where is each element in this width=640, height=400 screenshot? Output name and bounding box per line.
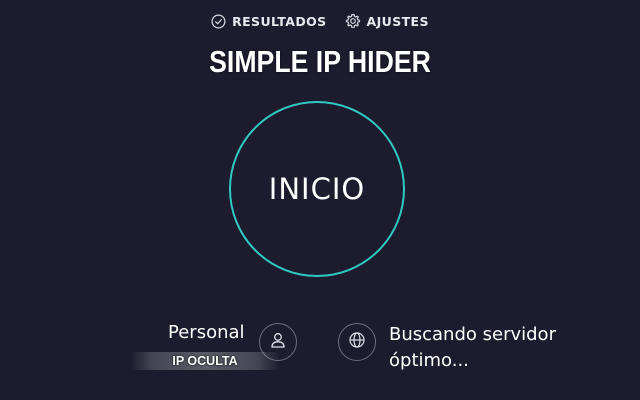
- check-circle-icon: [211, 14, 226, 29]
- app-title: SIMPLE IP HIDER: [209, 44, 431, 79]
- results-tab[interactable]: RESULTADOS: [211, 13, 326, 29]
- globe-icon: [348, 331, 366, 353]
- settings-tab-label: AJUSTES: [366, 13, 429, 29]
- settings-tab[interactable]: AJUSTES: [345, 13, 429, 29]
- ip-hidden-badge: IP OCULTA: [130, 352, 280, 370]
- top-nav: RESULTADOS AJUSTES: [0, 13, 640, 29]
- server-button[interactable]: [338, 323, 376, 361]
- profile-label: Personal: [168, 322, 245, 343]
- gear-icon: [345, 13, 361, 29]
- user-icon: [269, 331, 287, 353]
- start-button-label: INICIO: [268, 172, 366, 206]
- results-tab-label: RESULTADOS: [232, 13, 327, 29]
- server-status: Buscando servidor óptimo...: [389, 324, 556, 371]
- start-button[interactable]: INICIO: [229, 101, 405, 277]
